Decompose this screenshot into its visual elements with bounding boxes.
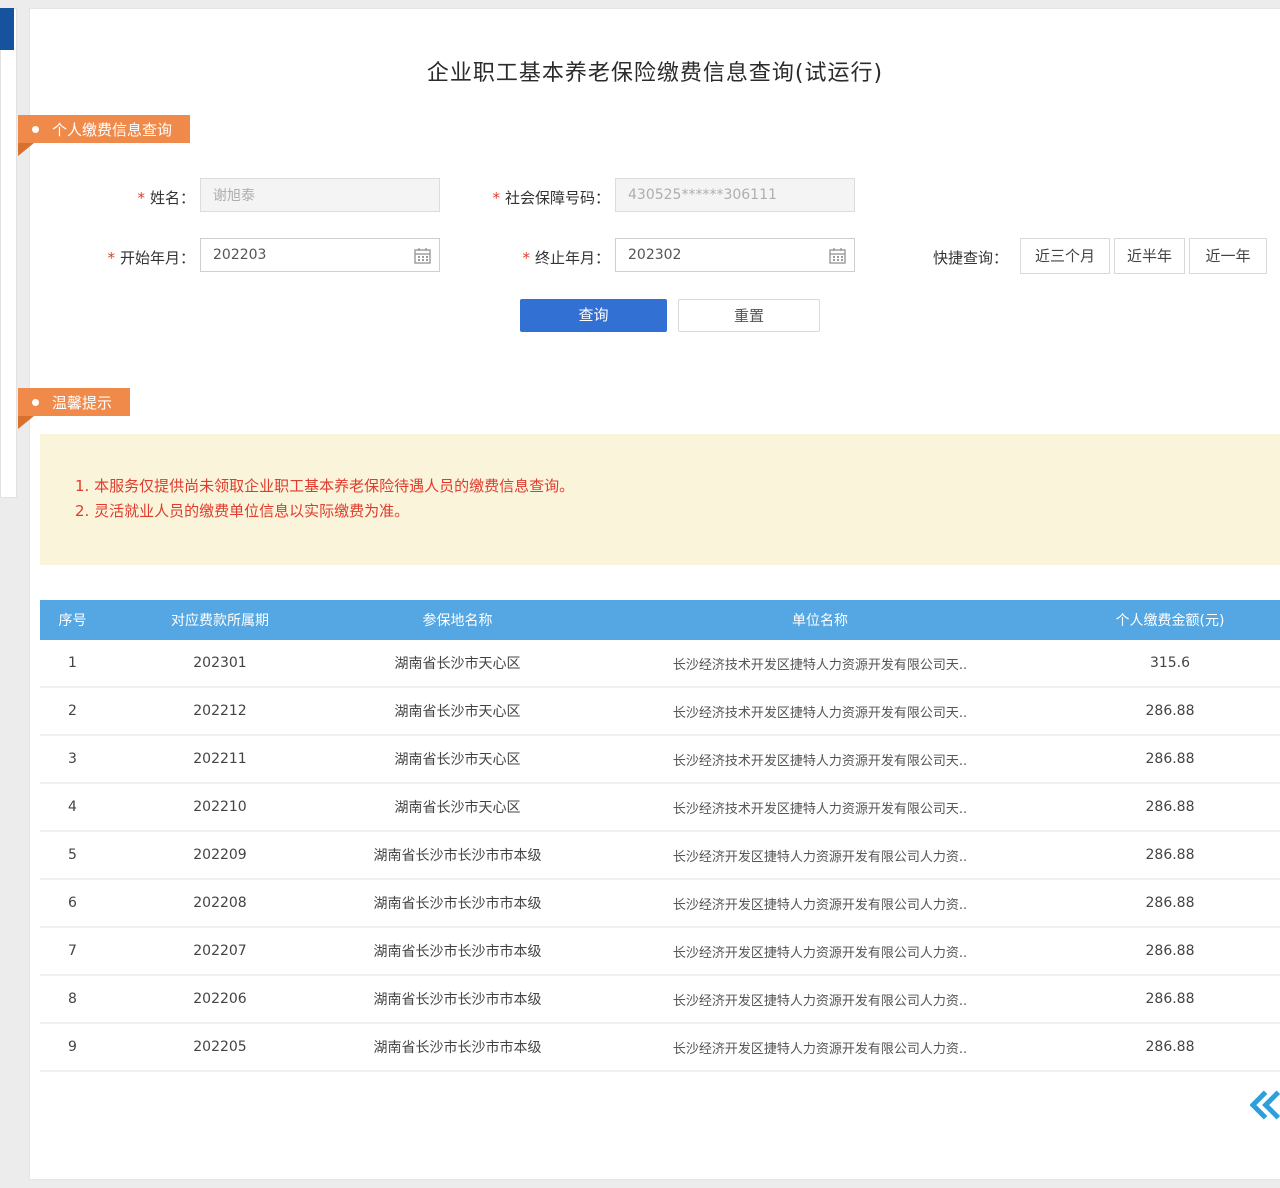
cell-period: 202206 [105,991,335,1007]
table-row: 2 202212 湖南省长沙市天心区 长沙经济技术开发区捷特人力资源开发有限公司… [40,688,1280,736]
cell-amount: 286.88 [1060,1039,1280,1055]
cell-period: 202208 [105,895,335,911]
section-badge-personal-query: 个人缴费信息查询 [18,115,190,143]
col-header-amount: 个人缴费金额(元) [1060,610,1280,630]
cell-location: 湖南省长沙市天心区 [335,701,580,721]
calendar-icon[interactable] [414,247,431,264]
quick-btn-last-3-months[interactable]: 近三个月 [1020,238,1110,274]
table-row: 1 202301 湖南省长沙市天心区 长沙经济技术开发区捷特人力资源开发有限公司… [40,640,1280,688]
end-month-field[interactable] [615,238,855,272]
col-header-employer: 单位名称 [580,610,1060,630]
cell-employer: 长沙经济技术开发区捷特人力资源开发有限公司天.. [580,750,1060,769]
ssn-label: *社会保障号码： [420,187,610,208]
cell-amount: 286.88 [1060,799,1280,815]
name-field[interactable] [200,178,440,212]
required-mark: * [492,189,500,207]
table-row: 3 202211 湖南省长沙市天心区 长沙经济技术开发区捷特人力资源开发有限公司… [40,736,1280,784]
cell-location: 湖南省长沙市长沙市市本级 [335,989,580,1009]
cell-period: 202210 [105,799,335,815]
col-header-period: 对应费款所属期 [105,610,335,630]
cell-period: 202205 [105,1039,335,1055]
required-mark: * [107,249,115,267]
cell-period: 202209 [105,847,335,863]
cell-amount: 286.88 [1060,847,1280,863]
cell-period: 202212 [105,703,335,719]
section-badge-label: 温馨提示 [52,392,112,413]
cell-location: 湖南省长沙市长沙市市本级 [335,1037,580,1057]
notice-line: 1. 本服务仅提供尚未领取企业职工基本养老保险待遇人员的缴费信息查询。 [75,474,1260,499]
quick-query-label: 快捷查询： [933,247,1008,268]
cell-employer: 长沙经济技术开发区捷特人力资源开发有限公司天.. [580,654,1060,673]
table-row: 6 202208 湖南省长沙市长沙市市本级 长沙经济开发区捷特人力资源开发有限公… [40,880,1280,928]
cell-employer: 长沙经济技术开发区捷特人力资源开发有限公司天.. [580,798,1060,817]
notice-line: 2. 灵活就业人员的缴费单位信息以实际缴费为准。 [75,499,1260,524]
cell-index: 2 [40,703,105,719]
cell-amount: 286.88 [1060,703,1280,719]
cell-amount: 286.88 [1060,991,1280,1007]
cell-period: 202207 [105,943,335,959]
cell-index: 1 [40,655,105,671]
cell-location: 湖南省长沙市长沙市市本级 [335,893,580,913]
col-header-location: 参保地名称 [335,610,580,630]
cell-index: 7 [40,943,105,959]
cell-employer: 长沙经济开发区捷特人力资源开发有限公司人力资.. [580,894,1060,913]
cell-employer: 长沙经济开发区捷特人力资源开发有限公司人力资.. [580,942,1060,961]
cell-location: 湖南省长沙市天心区 [335,653,580,673]
results-table: 序号 对应费款所属期 参保地名称 单位名称 个人缴费金额(元) 1 202301… [40,600,1280,1072]
ssn-field[interactable] [615,178,855,212]
table-header-row: 序号 对应费款所属期 参保地名称 单位名称 个人缴费金额(元) [40,600,1280,640]
cell-amount: 315.6 [1060,655,1280,671]
page-title: 企业职工基本养老保险缴费信息查询(试运行) [30,55,1280,87]
start-month-field[interactable] [200,238,440,272]
section-badge-label: 个人缴费信息查询 [52,119,172,140]
cell-period: 202301 [105,655,335,671]
section-badge-tips: 温馨提示 [18,388,130,416]
bullet-icon [32,126,39,133]
cell-amount: 286.88 [1060,943,1280,959]
query-button[interactable]: 查询 [520,299,667,332]
cell-employer: 长沙经济开发区捷特人力资源开发有限公司人力资.. [580,846,1060,865]
cell-location: 湖南省长沙市天心区 [335,749,580,769]
quick-btn-last-year[interactable]: 近一年 [1189,238,1267,274]
cell-period: 202211 [105,751,335,767]
cell-amount: 286.88 [1060,895,1280,911]
table-row: 7 202207 湖南省长沙市长沙市市本级 长沙经济开发区捷特人力资源开发有限公… [40,928,1280,976]
table-row: 5 202209 湖南省长沙市长沙市市本级 长沙经济开发区捷特人力资源开发有限公… [40,832,1280,880]
required-mark: * [522,249,530,267]
cell-index: 6 [40,895,105,911]
table-row: 9 202205 湖南省长沙市长沙市市本级 长沙经济开发区捷特人力资源开发有限公… [40,1024,1280,1072]
page: 企业职工基本养老保险缴费信息查询(试运行) 个人缴费信息查询 *姓名： *社会保… [0,0,1280,1188]
sidebar-accent-block [0,8,14,50]
badge-fold-icon [18,416,34,429]
double-left-chevron-icon[interactable] [1250,1083,1280,1127]
cell-amount: 286.88 [1060,751,1280,767]
start-month-label: *开始年月： [60,247,195,268]
table-row: 4 202210 湖南省长沙市天心区 长沙经济技术开发区捷特人力资源开发有限公司… [40,784,1280,832]
cell-employer: 长沙经济技术开发区捷特人力资源开发有限公司天.. [580,702,1060,721]
table-row: 8 202206 湖南省长沙市长沙市市本级 长沙经济开发区捷特人力资源开发有限公… [40,976,1280,1024]
notice-box: 1. 本服务仅提供尚未领取企业职工基本养老保险待遇人员的缴费信息查询。 2. 灵… [40,434,1280,565]
cell-index: 8 [40,991,105,1007]
calendar-icon[interactable] [829,247,846,264]
reset-button[interactable]: 重置 [678,299,820,332]
col-header-index: 序号 [40,610,105,630]
collapsed-sidebar[interactable] [0,8,17,498]
quick-btn-last-half-year[interactable]: 近半年 [1114,238,1185,274]
cell-location: 湖南省长沙市长沙市市本级 [335,941,580,961]
badge-fold-icon [18,143,34,156]
cell-index: 4 [40,799,105,815]
bullet-icon [32,399,39,406]
cell-index: 5 [40,847,105,863]
cell-index: 9 [40,1039,105,1055]
cell-index: 3 [40,751,105,767]
cell-location: 湖南省长沙市长沙市市本级 [335,845,580,865]
required-mark: * [137,189,145,207]
cell-location: 湖南省长沙市天心区 [335,797,580,817]
end-month-label: *终止年月： [475,247,610,268]
name-label: *姓名： [60,187,195,208]
cell-employer: 长沙经济开发区捷特人力资源开发有限公司人力资.. [580,1038,1060,1057]
cell-employer: 长沙经济开发区捷特人力资源开发有限公司人力资.. [580,990,1060,1009]
